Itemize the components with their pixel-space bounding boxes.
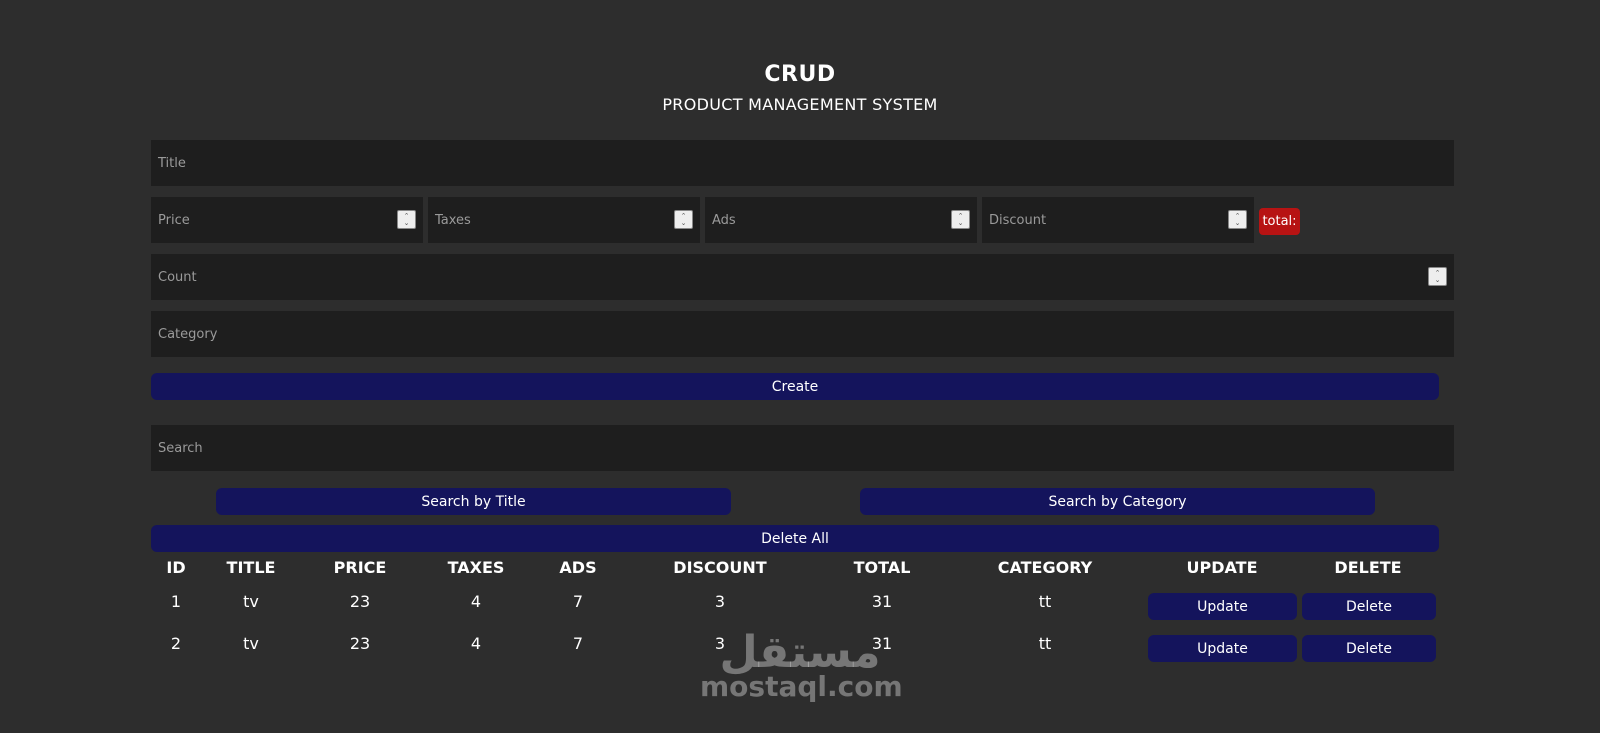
- taxes-input-placeholder: Taxes: [435, 212, 471, 228]
- cell-id: 1: [170, 592, 182, 611]
- ads-input-placeholder: Ads: [712, 212, 736, 228]
- header-ads: ADS: [559, 558, 597, 577]
- delete-button[interactable]: Delete: [1302, 635, 1436, 662]
- header-update: UPDATE: [1186, 558, 1258, 577]
- header-delete: DELETE: [1334, 558, 1402, 577]
- cell-taxes: 4: [470, 592, 482, 611]
- cell-id: 2: [170, 634, 182, 653]
- cell-discount: 3: [714, 634, 726, 653]
- search-input[interactable]: Search: [151, 425, 1454, 471]
- price-stepper-icon[interactable]: ⌃ ⌄: [397, 210, 416, 229]
- update-button[interactable]: Update: [1148, 593, 1297, 620]
- cell-price: 23: [349, 634, 371, 653]
- price-input-placeholder: Price: [158, 212, 190, 228]
- app-subtitle: PRODUCT MANAGEMENT SYSTEM: [662, 95, 938, 114]
- cell-category: tt: [1038, 592, 1052, 611]
- table-header: ID TITLE PRICE TAXES ADS DISCOUNT TOTAL …: [0, 558, 1600, 584]
- ads-input[interactable]: Ads ⌃ ⌄: [705, 197, 977, 243]
- search-by-category-button[interactable]: Search by Category: [860, 488, 1375, 515]
- create-button[interactable]: Create: [151, 373, 1439, 400]
- cell-title: tv: [243, 634, 259, 653]
- title-input[interactable]: Title: [151, 140, 1454, 186]
- delete-button[interactable]: Delete: [1302, 593, 1436, 620]
- header-price: PRICE: [333, 558, 387, 577]
- header-id: ID: [166, 558, 186, 577]
- taxes-input[interactable]: Taxes ⌃ ⌄: [428, 197, 700, 243]
- taxes-stepper-icon[interactable]: ⌃ ⌄: [674, 210, 693, 229]
- cell-total: 31: [871, 634, 893, 653]
- ads-stepper-icon[interactable]: ⌃ ⌄: [951, 210, 970, 229]
- count-input-placeholder: Count: [158, 269, 197, 285]
- cell-ads: 7: [572, 634, 584, 653]
- count-input[interactable]: Count ⌃ ⌄: [151, 254, 1454, 300]
- search-input-placeholder: Search: [158, 440, 203, 456]
- header-discount: DISCOUNT: [673, 558, 767, 577]
- cell-ads: 7: [572, 592, 584, 611]
- total-badge: total:: [1259, 208, 1300, 235]
- count-stepper-icon[interactable]: ⌃ ⌄: [1428, 267, 1447, 286]
- delete-all-button[interactable]: Delete All: [151, 525, 1439, 552]
- discount-stepper-icon[interactable]: ⌃ ⌄: [1228, 210, 1247, 229]
- cell-taxes: 4: [470, 634, 482, 653]
- cell-title: tv: [243, 592, 259, 611]
- header-taxes: TAXES: [447, 558, 505, 577]
- header-title: TITLE: [226, 558, 276, 577]
- cell-category: tt: [1038, 634, 1052, 653]
- category-input[interactable]: Category: [151, 311, 1454, 357]
- watermark-url: mostaql.com: [700, 670, 903, 703]
- header-category: CATEGORY: [997, 558, 1093, 577]
- discount-input-placeholder: Discount: [989, 212, 1047, 228]
- cell-total: 31: [871, 592, 893, 611]
- title-input-placeholder: Title: [158, 155, 186, 171]
- price-input[interactable]: Price ⌃ ⌄: [151, 197, 423, 243]
- discount-input[interactable]: Discount ⌃ ⌄: [982, 197, 1254, 243]
- update-button[interactable]: Update: [1148, 635, 1297, 662]
- app-title: CRUD: [764, 62, 836, 87]
- cell-price: 23: [349, 592, 371, 611]
- search-by-title-button[interactable]: Search by Title: [216, 488, 731, 515]
- header-total: TOTAL: [853, 558, 911, 577]
- category-input-placeholder: Category: [158, 326, 218, 342]
- cell-discount: 3: [714, 592, 726, 611]
